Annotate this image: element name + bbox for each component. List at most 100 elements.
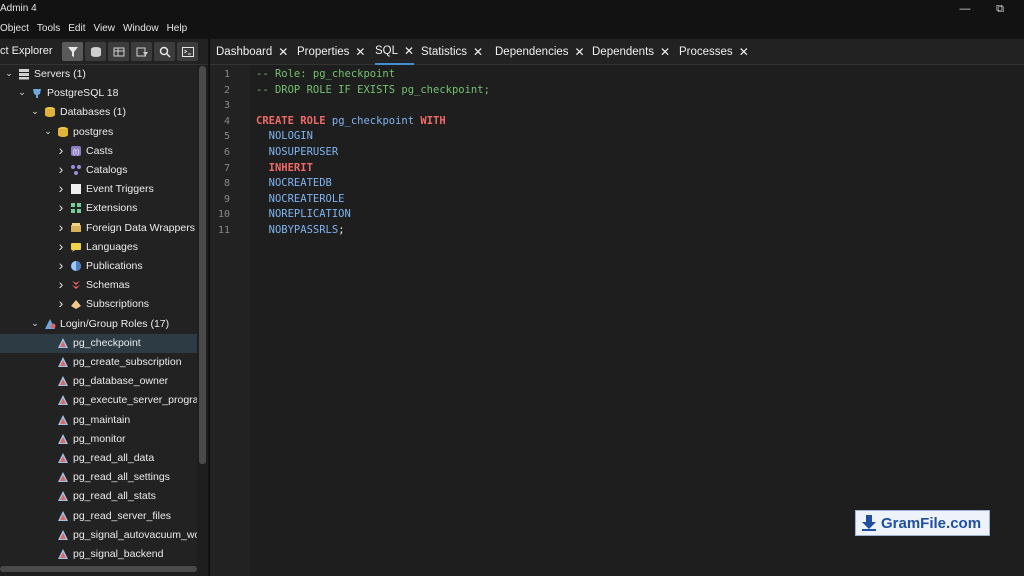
menu-item-tools[interactable]: Tools — [33, 19, 64, 39]
line-number: 11 — [217, 225, 230, 236]
tree-item-publications[interactable]: › Publications — [0, 257, 197, 276]
chevron-right-icon[interactable]: › — [56, 161, 66, 177]
minimize-icon[interactable]: — — [955, 1, 975, 17]
tree-item-pg-checkpoint[interactable]: pg_checkpoint — [0, 333, 197, 353]
close-icon[interactable]: ✕ — [473, 45, 483, 59]
chevron-right-icon[interactable]: › — [56, 257, 66, 273]
tab-properties[interactable]: Properties ✕ — [297, 39, 365, 65]
tree-item-servers-1[interactable]: ⌄ Servers (1) — [0, 65, 197, 84]
publications-icon — [70, 260, 82, 272]
sql-editor[interactable]: 1 2 3 4 5 6 7 8 9 10 11 -- Role: pg_checkpoint -- D… — [210, 65, 1024, 576]
tree-item-login-group-roles-17[interactable]: ⌄ Login/Group Roles (17) — [0, 315, 197, 334]
tree-item-pg-database-owner[interactable]: pg_database_owner — [0, 372, 197, 391]
tree-item-label: pg_read_server_files — [73, 509, 172, 522]
line-number: 1 — [223, 69, 230, 80]
tab-dashboard[interactable]: Dashboard ✕ — [216, 39, 288, 65]
tree-item-pg-execute-server-program[interactable]: pg_execute_server_program — [0, 391, 197, 410]
tab-processes[interactable]: Processes ✕ — [679, 39, 749, 65]
close-icon[interactable]: ✕ — [575, 45, 585, 59]
tree-item-label: Servers (1) — [34, 68, 86, 80]
tree-item-pg-signal-autovacuum-worker[interactable]: pg_signal_autovacuum_worker — [0, 526, 197, 545]
tree-item-label: Languages — [86, 240, 138, 253]
code-token: INHERIT — [256, 161, 313, 174]
chevron-right-icon[interactable]: › — [56, 180, 66, 196]
chevron-down-icon[interactable]: ⌄ — [4, 68, 14, 79]
tab-statistics[interactable]: Statistics ✕ — [421, 39, 483, 65]
chevron-down-icon[interactable]: ⌄ — [30, 106, 40, 117]
tree-item-pg-create-subscription[interactable]: pg_create_subscription — [0, 353, 197, 372]
tree-item-label: pg_checkpoint — [73, 336, 141, 349]
chevron-down-icon[interactable]: ⌄ — [17, 87, 27, 98]
code-token: NOBYPASSRLS — [256, 224, 339, 236]
tree-item-label: Publications — [86, 260, 143, 272]
tab-dependencies[interactable]: Dependencies ✕ — [495, 39, 585, 65]
filter-icon[interactable] — [62, 42, 83, 61]
close-icon[interactable]: ✕ — [739, 45, 749, 59]
line-number: 8 — [223, 178, 230, 190]
title-bar: Admin 4 — ⧉ — [0, 0, 1024, 19]
chevron-right-icon[interactable]: › — [56, 238, 66, 254]
tab-sql[interactable]: SQL ✕ — [375, 39, 415, 65]
tree-item-pg-read-all-settings[interactable]: pg_read_all_settings — [0, 468, 197, 487]
chevron-right-icon[interactable]: › — [56, 142, 66, 158]
window-title: Admin 4 — [0, 3, 37, 14]
tree-horizontal-scrollbar[interactable] — [0, 566, 197, 572]
close-icon[interactable]: ✕ — [278, 45, 288, 59]
close-icon[interactable]: ✕ — [404, 44, 414, 58]
code-line: NOLOGIN — [256, 130, 313, 142]
tree-item-postgres[interactable]: ⌄ postgres — [0, 123, 197, 142]
menu-item-window[interactable]: Window — [119, 19, 163, 39]
tree-item-pg-read-server-files[interactable]: pg_read_server_files — [0, 507, 197, 526]
tree-item-label: PostgreSQL 18 — [47, 87, 119, 100]
query-tool-icon[interactable] — [85, 42, 106, 61]
tree-item-foreign-data-wrappers[interactable]: › Foreign Data Wrappers — [0, 219, 197, 238]
tab-dependents[interactable]: Dependents ✕ — [592, 39, 670, 65]
tree-item-schemas[interactable]: › Schemas — [0, 276, 197, 295]
role-icon — [57, 471, 69, 483]
chevron-down-icon[interactable]: ⌄ — [43, 126, 53, 137]
chevron-right-icon[interactable]: › — [56, 219, 66, 235]
tree-item-pg-read-all-data[interactable]: pg_read_all_data — [0, 449, 197, 468]
line-number: 2 — [223, 84, 230, 96]
search-icon[interactable] — [154, 42, 175, 61]
tree-item-languages[interactable]: › Languages — [0, 238, 197, 257]
tree-item-catalogs[interactable]: › Catalogs — [0, 161, 197, 180]
tree-item-pg-monitor[interactable]: pg_monitor — [0, 430, 197, 449]
tab-label: Dependents — [592, 46, 655, 58]
tree-item-label: Login/Group Roles (17) — [60, 317, 170, 330]
code-token: -- DROP ROLE IF EXISTS pg_checkpoint; — [256, 83, 490, 96]
tree-item-event-triggers[interactable]: › Event Triggers — [0, 180, 197, 199]
object-explorer-title: ct Explorer — [0, 45, 53, 57]
tree-item-postgresql-18[interactable]: ⌄ PostgreSQL 18 — [0, 84, 197, 103]
chevron-right-icon[interactable]: › — [56, 199, 66, 215]
menu-item-edit[interactable]: Edit — [64, 19, 89, 39]
menu-item-help[interactable]: Help — [163, 19, 192, 39]
code-token: WITH — [420, 114, 446, 127]
restore-icon[interactable]: ⧉ — [990, 1, 1010, 17]
tree-item-pg-signal-backend[interactable]: pg_signal_backend — [0, 545, 197, 564]
terminal-icon[interactable] — [177, 42, 198, 61]
tree-item-label: Extensions — [86, 202, 138, 215]
tree-item-label: pg_monitor — [73, 432, 126, 445]
svg-text:(t): (t) — [73, 149, 80, 156]
tree-item-pg-read-all-stats[interactable]: pg_read_all_stats — [0, 487, 197, 506]
role-icon — [57, 433, 69, 445]
chevron-right-icon[interactable]: › — [56, 276, 66, 292]
code-token: NOLOGIN — [256, 130, 313, 143]
filtered-rows-icon[interactable] — [131, 42, 152, 61]
tree-item-casts[interactable]: › (t) Casts — [0, 142, 197, 161]
table-view-icon[interactable] — [108, 42, 129, 61]
tree-item-pg-maintain[interactable]: pg_maintain — [0, 411, 197, 430]
line-number: 9 — [223, 193, 230, 205]
close-icon[interactable]: ✕ — [660, 45, 670, 59]
tree-vertical-scrollbar[interactable] — [199, 66, 206, 464]
close-icon[interactable]: ✕ — [355, 45, 365, 59]
tree-item-databases-1[interactable]: ⌄ Databases (1) — [0, 103, 197, 122]
menu-item-view[interactable]: View — [90, 19, 120, 39]
chevron-right-icon[interactable]: › — [56, 295, 66, 311]
chevron-down-icon[interactable]: ⌄ — [30, 318, 40, 329]
code-line: CREATE ROLE pg_checkpoint WITH — [256, 115, 446, 127]
tree-item-subscriptions[interactable]: › Subscriptions — [0, 295, 197, 314]
menu-item-object[interactable]: Object — [0, 19, 33, 39]
tree-item-extensions[interactable]: › Extensions — [0, 199, 197, 218]
